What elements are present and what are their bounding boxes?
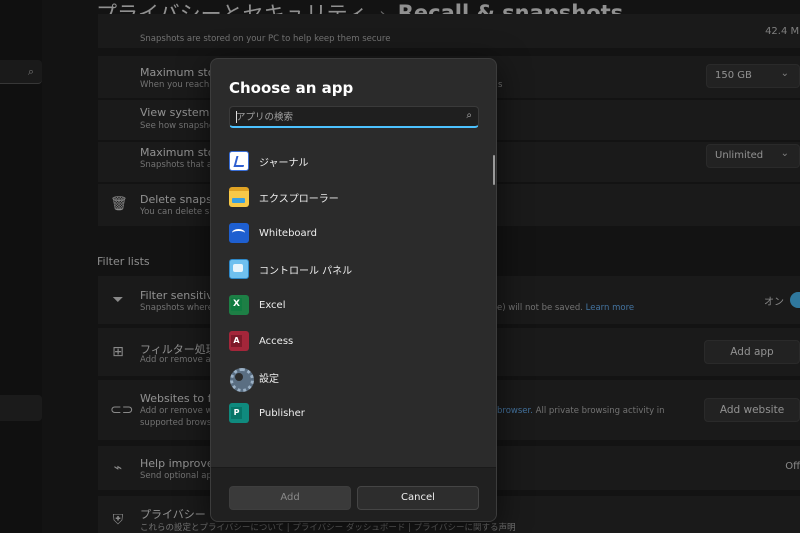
app-item-label: エクスプローラー (259, 193, 339, 205)
app-item-control-panel[interactable]: コントロール パネル (225, 254, 485, 284)
app-item-excel[interactable]: Excel (225, 290, 485, 320)
cancel-button[interactable]: Cancel (357, 486, 479, 510)
file-explorer-icon (229, 187, 249, 207)
excel-icon (229, 295, 249, 315)
app-item-label: Whiteboard (259, 227, 317, 239)
choose-app-dialog: Choose an app ⌕ ジャーナル エクスプローラー Whiteboar… (210, 58, 497, 522)
app-item-label: コントロール パネル (259, 265, 353, 277)
app-search-input[interactable] (230, 107, 460, 127)
app-list-scrollbar[interactable] (493, 155, 495, 185)
dialog-title: Choose an app (229, 79, 354, 97)
text-caret (236, 111, 237, 123)
settings-icon (229, 367, 254, 392)
search-icon: ⌕ (466, 110, 472, 121)
app-search-box[interactable]: ⌕ (229, 106, 479, 128)
dialog-footer: Add Cancel (211, 467, 496, 521)
publisher-icon (229, 403, 249, 423)
journal-icon (229, 151, 249, 171)
whiteboard-icon (229, 223, 249, 243)
app-item-label: Access (259, 335, 294, 347)
app-item-label: ジャーナル (259, 157, 309, 169)
app-item-whiteboard[interactable]: Whiteboard (225, 218, 485, 248)
control-panel-icon (229, 259, 249, 279)
app-item-settings[interactable]: 設定 (225, 362, 485, 392)
app-item-label: Publisher (259, 407, 305, 419)
app-item-access[interactable]: Access (225, 326, 485, 356)
app-item-journal[interactable]: ジャーナル (225, 146, 485, 176)
app-item-label: 設定 (259, 373, 279, 385)
app-item-publisher[interactable]: Publisher (225, 398, 485, 428)
app-item-label: Excel (259, 299, 286, 311)
add-button[interactable]: Add (229, 486, 351, 510)
access-icon (229, 331, 249, 351)
app-item-explorer[interactable]: エクスプローラー (225, 182, 485, 212)
